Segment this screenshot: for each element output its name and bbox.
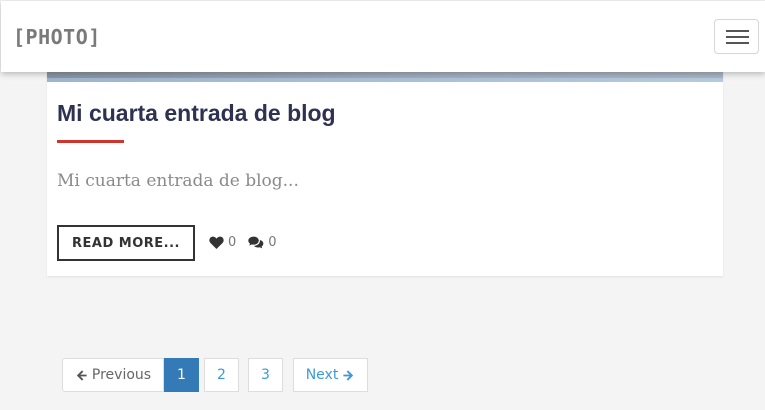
read-more-button[interactable]: READ MORE... (57, 225, 195, 261)
post-title[interactable]: Mi cuarta entrada de blog (57, 100, 336, 127)
page-link-2[interactable]: 2 (204, 358, 239, 392)
hamburger-menu-icon (726, 30, 749, 32)
menu-toggle-button[interactable] (714, 19, 759, 54)
navbar: [PHOTO] (1, 1, 765, 72)
page-link-3[interactable]: 3 (248, 358, 283, 392)
previous-page-button[interactable]: Previous (62, 358, 164, 392)
comments-count: 0 (268, 234, 277, 250)
arrow-left-icon (76, 369, 87, 381)
comments-icon[interactable] (248, 236, 264, 249)
blog-post-card: Mi cuarta entrada de blog Mi cuarta entr… (47, 60, 723, 276)
arrow-right-icon (343, 369, 354, 381)
next-label: Next (305, 367, 339, 383)
heart-icon[interactable] (209, 236, 224, 249)
post-meta: 0 0 (209, 233, 277, 251)
page-link-1[interactable]: 1 (164, 358, 199, 392)
brand-logo[interactable]: [PHOTO] (13, 25, 101, 49)
next-page-button[interactable]: Next (293, 358, 368, 392)
post-excerpt: Mi cuarta entrada de blog... (57, 171, 299, 191)
title-divider (57, 140, 124, 143)
previous-label: Previous (91, 367, 152, 383)
likes-count: 0 (228, 234, 237, 250)
pagination: Previous 1 2 3 Next (62, 358, 368, 392)
